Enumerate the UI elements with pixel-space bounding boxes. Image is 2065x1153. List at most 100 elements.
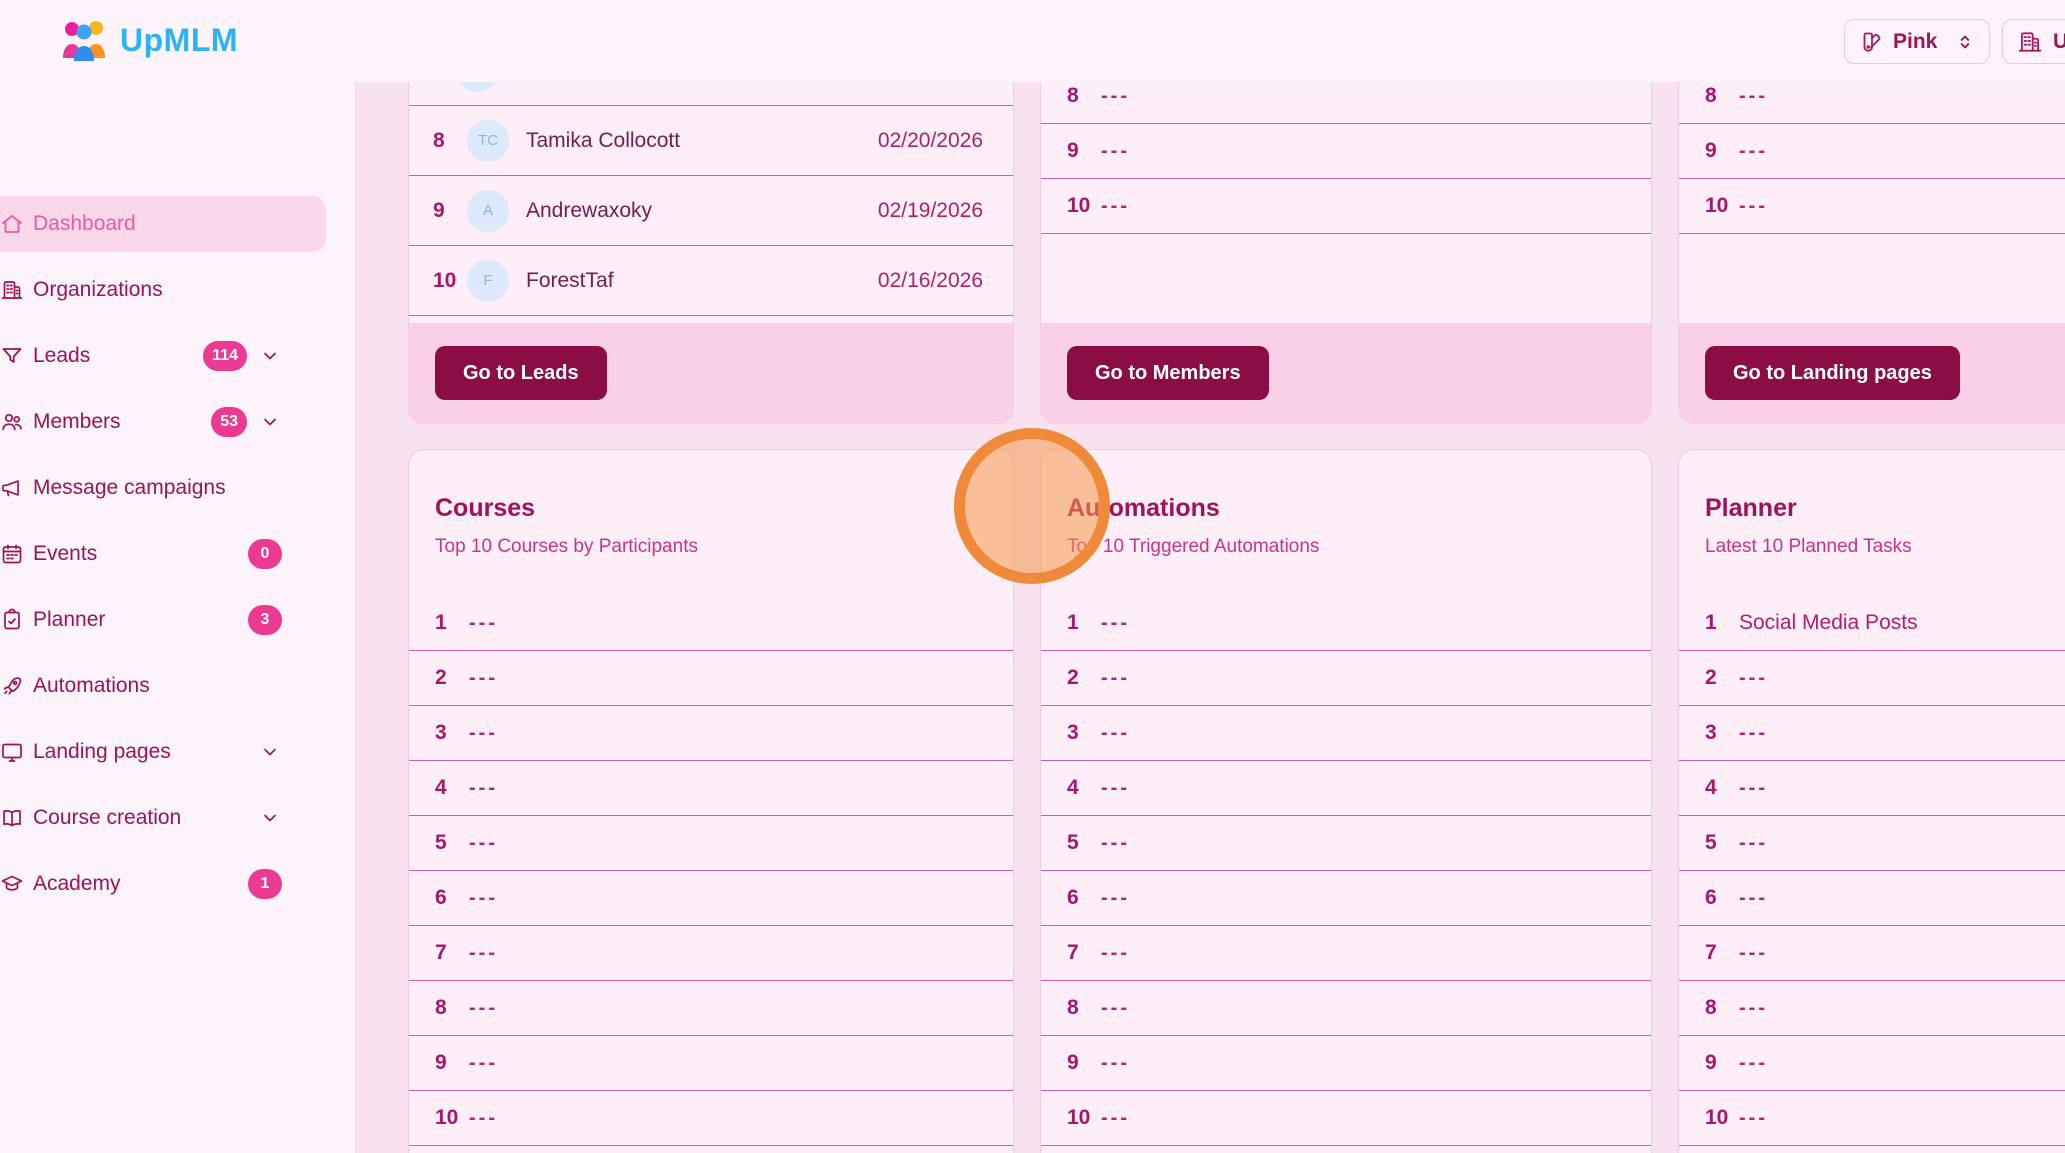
sidebar-item-message-campaigns[interactable]: Message campaigns <box>0 460 326 516</box>
graduation-cap-icon <box>0 872 24 896</box>
row-value: --- <box>469 832 498 855</box>
go-to-leads-button[interactable]: Go to Leads <box>435 346 607 400</box>
row-rank: 10 <box>1705 1106 1739 1130</box>
lead-date: 02/16/2026 <box>878 269 983 293</box>
sidebar: Dashboard Organizations Leads 114 <box>0 82 356 1153</box>
chevron-down-icon <box>260 742 280 762</box>
row-value: --- <box>1739 140 1768 163</box>
leads-count-badge: 114 <box>203 341 247 371</box>
sidebar-item-organizations[interactable]: Organizations <box>0 262 326 318</box>
chevron-down-icon <box>260 808 280 828</box>
planner-row: 8 --- <box>1679 981 2065 1036</box>
organization-selector-label: U <box>2053 30 2065 54</box>
theme-selector-label: Pink <box>1893 30 1937 54</box>
row-rank: 6 <box>435 886 469 910</box>
planner-row: 4 --- <box>1679 761 2065 816</box>
course-row: 3 --- <box>409 706 1013 761</box>
clipboard-icon <box>0 608 24 632</box>
events-count-badge: 0 <box>248 539 282 569</box>
row-value: --- <box>469 722 498 745</box>
automation-row: 1 --- <box>1041 596 1651 651</box>
automation-row: 8 --- <box>1041 981 1651 1036</box>
app-title: UpMLM <box>120 22 238 59</box>
lead-date: 02/19/2026 <box>878 199 983 223</box>
app-logo[interactable]: UpMLM <box>58 14 238 66</box>
row-rank: 9 <box>433 199 467 223</box>
avatar: F <box>467 260 509 302</box>
sidebar-item-label: Members <box>33 410 121 434</box>
row-value: --- <box>1101 942 1130 965</box>
row-value: --- <box>1101 1052 1130 1075</box>
row-value: --- <box>1101 1107 1130 1130</box>
go-to-members-button[interactable]: Go to Members <box>1067 346 1269 400</box>
planner-row: 9 --- <box>1679 1036 2065 1091</box>
lead-row[interactable]: 9 A Andrewaxoky 02/19/2026 <box>409 176 1013 246</box>
chevron-updown-icon <box>1955 32 1975 52</box>
planner-count-badge: 3 <box>248 605 282 635</box>
landing-page-row: 9 --- <box>1679 124 2065 179</box>
row-value: --- <box>1739 942 1768 965</box>
sidebar-item-academy[interactable]: Academy 1 <box>0 856 326 912</box>
sidebar-item-label: Dashboard <box>33 212 136 236</box>
course-row: 1 --- <box>409 596 1013 651</box>
row-rank: 10 <box>435 1106 469 1130</box>
row-rank: 1 <box>435 611 469 635</box>
members-list: 8 --- 9 --- 10 --- <box>1041 69 1651 234</box>
row-value: --- <box>1101 85 1130 108</box>
row-rank: 8 <box>433 129 467 153</box>
automation-row: 4 --- <box>1041 761 1651 816</box>
row-rank: 10 <box>1067 194 1101 218</box>
sidebar-item-course-creation[interactable]: Course creation <box>0 790 326 846</box>
row-value: --- <box>469 887 498 910</box>
row-value: --- <box>1739 722 1768 745</box>
sidebar-item-planner[interactable]: Planner 3 <box>0 592 326 648</box>
header: UpMLM Pink U <box>0 0 2065 82</box>
planner-row: 10 --- <box>1679 1091 2065 1146</box>
row-value: --- <box>1101 997 1130 1020</box>
automation-row: 10 --- <box>1041 1091 1651 1146</box>
row-rank: 5 <box>435 831 469 855</box>
card-subtitle: Latest 10 Planned Tasks <box>1705 536 1912 558</box>
lead-name: ForestTaf <box>526 269 614 293</box>
avatar: A <box>467 190 509 232</box>
home-icon <box>0 212 24 236</box>
row-value: --- <box>1739 195 1768 218</box>
planner-row: 3 --- <box>1679 706 2065 761</box>
planner-row: 2 --- <box>1679 651 2065 706</box>
sidebar-item-leads[interactable]: Leads 114 <box>0 328 326 384</box>
leads-card-footer: Go to Leads <box>409 323 1013 423</box>
go-to-landing-pages-button[interactable]: Go to Landing pages <box>1705 346 1960 400</box>
row-value: --- <box>469 667 498 690</box>
row-rank: 4 <box>435 776 469 800</box>
row-rank: 9 <box>1705 1051 1739 1075</box>
megaphone-icon <box>0 476 24 500</box>
funnel-icon <box>0 344 24 368</box>
automation-row: 6 --- <box>1041 871 1651 926</box>
theme-selector-button[interactable]: Pink <box>1844 19 1990 64</box>
leads-card: 8 TC Tamika Collocott 02/20/2026 9 A And… <box>408 40 1014 424</box>
row-rank: 9 <box>1067 139 1101 163</box>
sidebar-item-label: Planner <box>33 608 105 632</box>
row-rank: 4 <box>1705 776 1739 800</box>
sidebar-item-dashboard[interactable]: Dashboard <box>0 196 326 252</box>
sidebar-item-automations[interactable]: Automations <box>0 658 326 714</box>
row-rank: 2 <box>1067 666 1101 690</box>
sidebar-item-landing-pages[interactable]: Landing pages <box>0 724 326 780</box>
member-row: 10 --- <box>1041 179 1651 234</box>
avatar: TC <box>467 120 509 162</box>
row-value: --- <box>1739 1052 1768 1075</box>
people-logo-icon <box>58 14 110 66</box>
members-card: 8 --- 9 --- 10 --- Go to Members <box>1040 40 1652 424</box>
sidebar-item-label: Organizations <box>33 278 163 302</box>
lead-row[interactable]: 8 TC Tamika Collocott 02/20/2026 <box>409 106 1013 176</box>
row-rank: 1 <box>1067 611 1101 635</box>
courses-card: Courses Top 10 Courses by Participants 1… <box>408 449 1014 1153</box>
sidebar-item-events[interactable]: Events 0 <box>0 526 326 582</box>
organization-selector-button[interactable]: U <box>2002 19 2065 64</box>
lead-row[interactable]: 10 F ForestTaf 02/16/2026 <box>409 246 1013 316</box>
sidebar-item-members[interactable]: Members 53 <box>0 394 326 450</box>
row-value: --- <box>469 1107 498 1130</box>
chevron-down-icon <box>260 346 280 366</box>
row-value: --- <box>1739 1107 1768 1130</box>
course-row: 10 --- <box>409 1091 1013 1146</box>
